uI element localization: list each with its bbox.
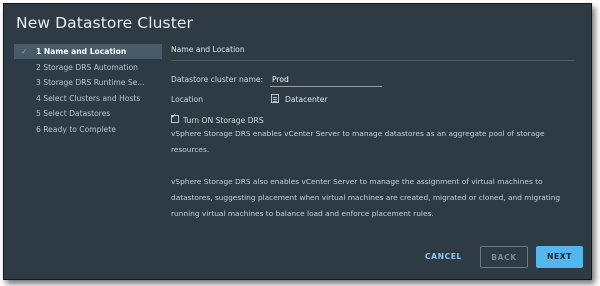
section-title: Name and Location <box>171 44 575 61</box>
cluster-name-row: Datastore cluster name: <box>171 72 491 91</box>
step-label: 1 Name and Location <box>36 47 127 56</box>
location-row: Location Datacenter <box>171 94 491 109</box>
location-label: Location <box>171 95 204 104</box>
location-value: Datacenter <box>271 94 328 104</box>
step-label: 3 Storage DRS Runtime Se... <box>36 78 145 88</box>
step-label: 6 Ready to Complete <box>36 124 116 134</box>
step-ready-to-complete[interactable]: 6 Ready to Complete <box>14 122 162 137</box>
storage-drs-checkbox[interactable] <box>171 112 179 123</box>
cancel-button[interactable]: CANCEL <box>416 246 471 268</box>
cluster-name-input[interactable] <box>270 72 382 87</box>
wizard-steps: ✓ 1 Name and Location 2 Storage DRS Auto… <box>14 44 162 138</box>
step-label: 5 Select Datastores <box>36 109 111 119</box>
new-datastore-cluster-dialog: New Datastore Cluster ✓ 1 Name and Locat… <box>3 3 592 280</box>
checkmark-icon: ✓ <box>21 47 28 56</box>
step-label: 2 Storage DRS Automation <box>36 62 138 72</box>
drs-description-2: vSphere Storage DRS also enables vCenter… <box>171 177 561 218</box>
datacenter-icon <box>271 94 279 103</box>
back-button[interactable]: BACK <box>480 246 528 268</box>
dialog-title: New Datastore Cluster <box>16 14 193 32</box>
step-select-datastores[interactable]: 5 Select Datastores <box>14 106 162 121</box>
datacenter-name: Datacenter <box>285 95 328 104</box>
storage-drs-checkbox-label: Turn ON Storage DRS <box>183 116 264 125</box>
step-name-and-location[interactable]: ✓ 1 Name and Location <box>14 44 162 59</box>
step-label: 4 Select Clusters and Hosts <box>36 93 141 103</box>
main-panel: Name and Location Datastore cluster name… <box>171 44 575 218</box>
drs-description-1: vSphere Storage DRS enables vCenter Serv… <box>171 129 545 154</box>
step-storage-drs-runtime-settings[interactable]: 3 Storage DRS Runtime Se... <box>14 75 162 90</box>
step-storage-drs-automation[interactable]: 2 Storage DRS Automation <box>14 60 162 75</box>
step-select-clusters-and-hosts[interactable]: 4 Select Clusters and Hosts <box>14 91 162 106</box>
next-button[interactable]: NEXT <box>536 246 583 268</box>
cluster-name-label: Datastore cluster name: <box>171 75 264 84</box>
